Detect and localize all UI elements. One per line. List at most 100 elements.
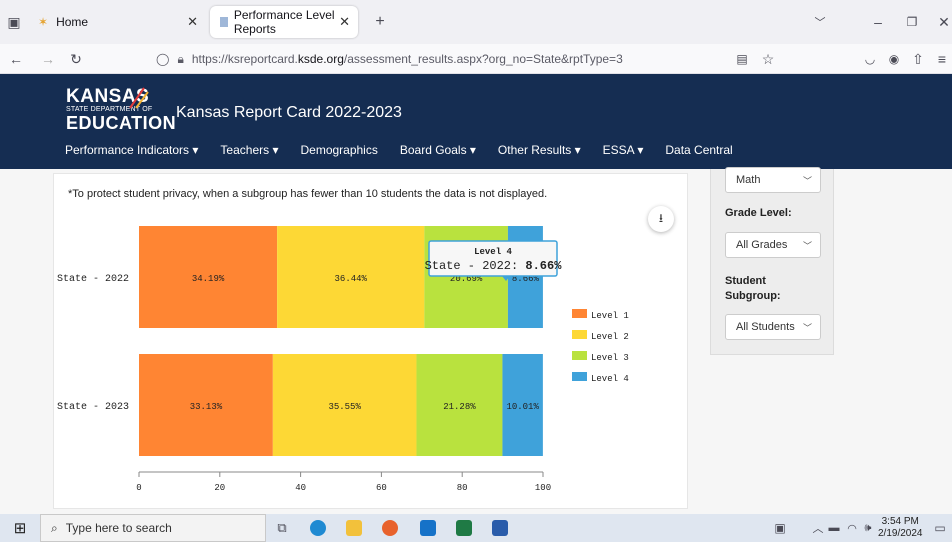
menu-data-central[interactable]: Data Central <box>665 143 732 163</box>
tooltip-body: State - 2022: 8.66% <box>425 259 563 273</box>
main-content: *To protect student privacy, when a subg… <box>0 167 952 514</box>
legend-label: Level 2 <box>591 332 629 342</box>
data-label: 34.19% <box>192 274 225 284</box>
share-icon[interactable]: ⇧ <box>906 47 930 71</box>
data-label: 33.13% <box>190 402 223 412</box>
subgroup-value: All Students <box>736 321 795 333</box>
data-label: 10.01% <box>506 402 539 412</box>
search-placeholder: Type here to search <box>65 521 172 535</box>
ksde-logo[interactable]: KANSAS STATE DEPARTMENT OF EDUCATION <box>66 87 177 134</box>
minimize-icon[interactable]: – <box>866 10 890 34</box>
legend-label: Level 4 <box>591 374 629 384</box>
site-title: Kansas Report Card 2022-2023 <box>176 104 402 121</box>
logo-line3: EDUCATION <box>66 113 177 133</box>
chevron-down-icon: ﹀ <box>802 175 812 186</box>
browser-tab-bar: ▣ ✶ Home ✕ Performance Level Reports ✕ +… <box>0 0 952 44</box>
tab-performance-level-reports[interactable]: Performance Level Reports ✕ <box>210 6 358 38</box>
x-tick-label: 20 <box>214 483 225 493</box>
grade-level-label: Grade Level: <box>725 207 792 219</box>
legend-label: Level 1 <box>591 311 629 321</box>
tooltip-title: Level 4 <box>474 247 512 257</box>
reader-view-icon[interactable]: ▤ <box>730 47 754 71</box>
main-menu: Performance Indicators ▾ Teachers ▾ Demo… <box>65 143 755 163</box>
menu-board-goals[interactable]: Board Goals ▾ <box>400 143 476 163</box>
window-close-icon[interactable]: ✕ <box>932 10 952 34</box>
search-icon: ⌕ <box>51 520 58 535</box>
volume-icon[interactable]: 🕪︎ <box>856 516 880 540</box>
url-suffix: /assessment_results.aspx?org_no=State&rp… <box>343 52 623 66</box>
bookmark-star-icon[interactable]: ☆ <box>756 47 780 71</box>
chevron-down-icon: ﹀ <box>802 240 812 251</box>
edge-icon[interactable] <box>310 520 326 536</box>
task-view-icon[interactable]: ⧉ <box>270 516 294 540</box>
excel-icon[interactable] <box>456 520 472 536</box>
x-tick-label: 60 <box>376 483 387 493</box>
forward-icon[interactable]: → <box>36 47 60 71</box>
legend-label: Level 3 <box>591 353 629 363</box>
subgroup-select[interactable]: All Students ﹀ <box>725 314 821 340</box>
category-label: State - 2022 <box>57 274 129 285</box>
notifications-icon[interactable]: ▭ <box>928 516 952 540</box>
shield-icon: ◯ <box>156 52 170 66</box>
x-tick-label: 100 <box>535 483 551 493</box>
chevron-down-icon[interactable]: ﹀ <box>808 10 832 34</box>
address-bar[interactable]: ◯ 🔒︎ https://ksreportcard. ksde.org /ass… <box>156 46 796 72</box>
subgroup-label-line1: Student <box>725 275 766 287</box>
chevron-down-icon: ﹀ <box>802 322 812 333</box>
grade-value: All Grades <box>736 239 788 251</box>
tab-label: Home <box>56 15 89 29</box>
category-label: State - 2023 <box>57 402 129 413</box>
legend-swatch <box>572 309 587 318</box>
menu-other-results[interactable]: Other Results ▾ <box>498 143 581 163</box>
close-icon[interactable]: ✕ <box>187 14 198 30</box>
file-explorer-icon[interactable] <box>346 520 362 536</box>
pocket-icon[interactable]: ◡ <box>858 47 882 71</box>
windows-start-icon[interactable]: ⊞ <box>8 516 32 540</box>
clock[interactable]: 3:54 PM 2/19/2024 <box>878 516 923 540</box>
x-tick-label: 40 <box>295 483 306 493</box>
legend-swatch <box>572 351 587 360</box>
star-icon: ✶ <box>38 15 49 29</box>
menu-performance-indicators[interactable]: Performance Indicators ▾ <box>65 143 198 163</box>
reload-icon[interactable]: ↻ <box>64 47 88 71</box>
subgroup-label-line2: Subgroup: <box>725 290 781 302</box>
taskbar-search[interactable]: ⌕ Type here to search <box>40 514 266 542</box>
data-label: 36.44% <box>335 274 368 284</box>
close-icon[interactable]: ✕ <box>339 14 350 30</box>
data-label: 35.55% <box>328 402 361 412</box>
grade-level-select[interactable]: All Grades ﹀ <box>725 232 821 258</box>
logo-star-icon <box>129 87 149 109</box>
browser-nav-bar: ← → ↻ ◯ 🔒︎ https://ksreportcard. ksde.or… <box>0 44 952 74</box>
x-tick-label: 80 <box>457 483 468 493</box>
legend-swatch <box>572 330 587 339</box>
tab-list-icon[interactable]: ▣ <box>2 10 26 34</box>
menu-icon[interactable]: ≡ <box>930 47 952 71</box>
lock-icon: 🔒︎ <box>177 51 184 66</box>
url-prefix: https://ksreportcard. <box>191 52 298 66</box>
legend-swatch <box>572 372 587 381</box>
subject-value: Math <box>736 174 761 186</box>
site-header: KANSAS STATE DEPARTMENT OF EDUCATION Kan… <box>0 74 952 169</box>
data-label: 21.28% <box>443 402 476 412</box>
tab-home[interactable]: ✶ Home ✕ <box>28 6 206 38</box>
account-icon[interactable]: ◉ <box>882 47 906 71</box>
maximize-icon[interactable]: ❐ <box>900 10 924 34</box>
clock-date: 2/19/2024 <box>878 528 923 539</box>
filter-sidebar: Math ﹀ Grade Level: All Grades ﹀ Student… <box>710 167 834 355</box>
outlook-icon[interactable] <box>420 520 436 536</box>
subject-select[interactable]: Math ﹀ <box>725 167 821 193</box>
performance-chart: State - 2022 34.19% 36.44% 20.69% 8.66%State… <box>57 226 629 493</box>
clock-time: 3:54 PM <box>881 516 919 527</box>
url-domain: ksde.org <box>297 52 344 66</box>
firefox-icon[interactable] <box>382 520 398 536</box>
word-icon[interactable] <box>492 520 508 536</box>
desktop-app-icon[interactable]: ▣ <box>768 516 792 540</box>
back-icon[interactable]: ← <box>4 47 28 71</box>
tab-label: Performance Level Reports <box>233 8 335 36</box>
menu-demographics[interactable]: Demographics <box>300 143 377 163</box>
windows-taskbar: ⊞ ⌕ Type here to search ⧉ ▣ ︿ ▬ ◠ 🕪︎ 3:5… <box>0 514 952 542</box>
x-tick-label: 0 <box>136 483 141 493</box>
menu-essa[interactable]: ESSA ▾ <box>603 143 644 163</box>
new-tab-button[interactable]: + <box>368 10 392 34</box>
menu-teachers[interactable]: Teachers ▾ <box>220 143 278 163</box>
